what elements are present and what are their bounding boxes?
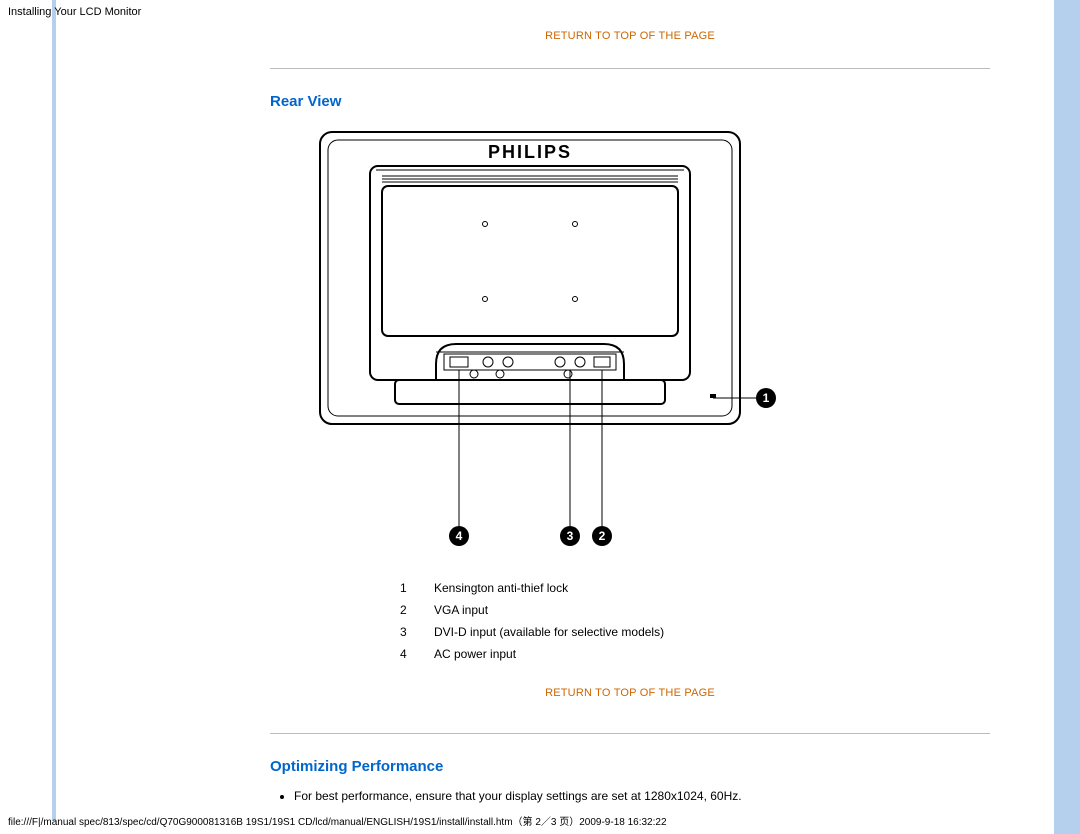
bullet-item: For best performance, ensure that your d… <box>294 789 990 803</box>
left-margin-strip <box>52 0 56 820</box>
callout-1: 1 <box>763 391 770 405</box>
legend-row: 3 DVI-D input (available for selective m… <box>400 621 674 643</box>
page-footer-path: file:///F|/manual spec/813/spec/cd/Q70G9… <box>8 813 667 828</box>
callout-3: 3 <box>567 529 574 543</box>
rear-view-diagram: PHILIPS <box>310 124 780 559</box>
legend-num: 2 <box>400 599 434 621</box>
right-margin-strip <box>1054 0 1080 834</box>
legend-num: 4 <box>400 643 434 665</box>
legend-row: 4 AC power input <box>400 643 674 665</box>
legend-row: 1 Kensington anti-thief lock <box>400 577 674 599</box>
page-header-title: Installing Your LCD Monitor <box>8 6 141 18</box>
divider-2 <box>270 733 990 734</box>
divider-1 <box>270 68 990 69</box>
legend-text: VGA input <box>434 599 674 621</box>
main-content: RETURN TO TOP OF THE PAGE Rear View PHIL… <box>270 28 990 807</box>
return-top-link-2[interactable]: RETURN TO TOP OF THE PAGE <box>545 687 715 699</box>
legend-row: 2 VGA input <box>400 599 674 621</box>
legend-text: Kensington anti-thief lock <box>434 577 674 599</box>
callout-4: 4 <box>456 529 463 543</box>
optimizing-heading: Optimizing Performance <box>270 758 990 775</box>
rear-view-legend: 1 Kensington anti-thief lock 2 VGA input… <box>400 577 674 665</box>
legend-num: 1 <box>400 577 434 599</box>
legend-text: DVI-D input (available for selective mod… <box>434 621 674 643</box>
callout-2: 2 <box>599 529 606 543</box>
monitor-rear-svg: PHILIPS <box>310 124 780 556</box>
optimizing-bullets: For best performance, ensure that your d… <box>294 789 990 803</box>
rear-view-heading: Rear View <box>270 93 990 110</box>
brand-text: PHILIPS <box>488 142 572 162</box>
legend-num: 3 <box>400 621 434 643</box>
legend-text: AC power input <box>434 643 674 665</box>
return-top-link-1[interactable]: RETURN TO TOP OF THE PAGE <box>545 30 715 42</box>
